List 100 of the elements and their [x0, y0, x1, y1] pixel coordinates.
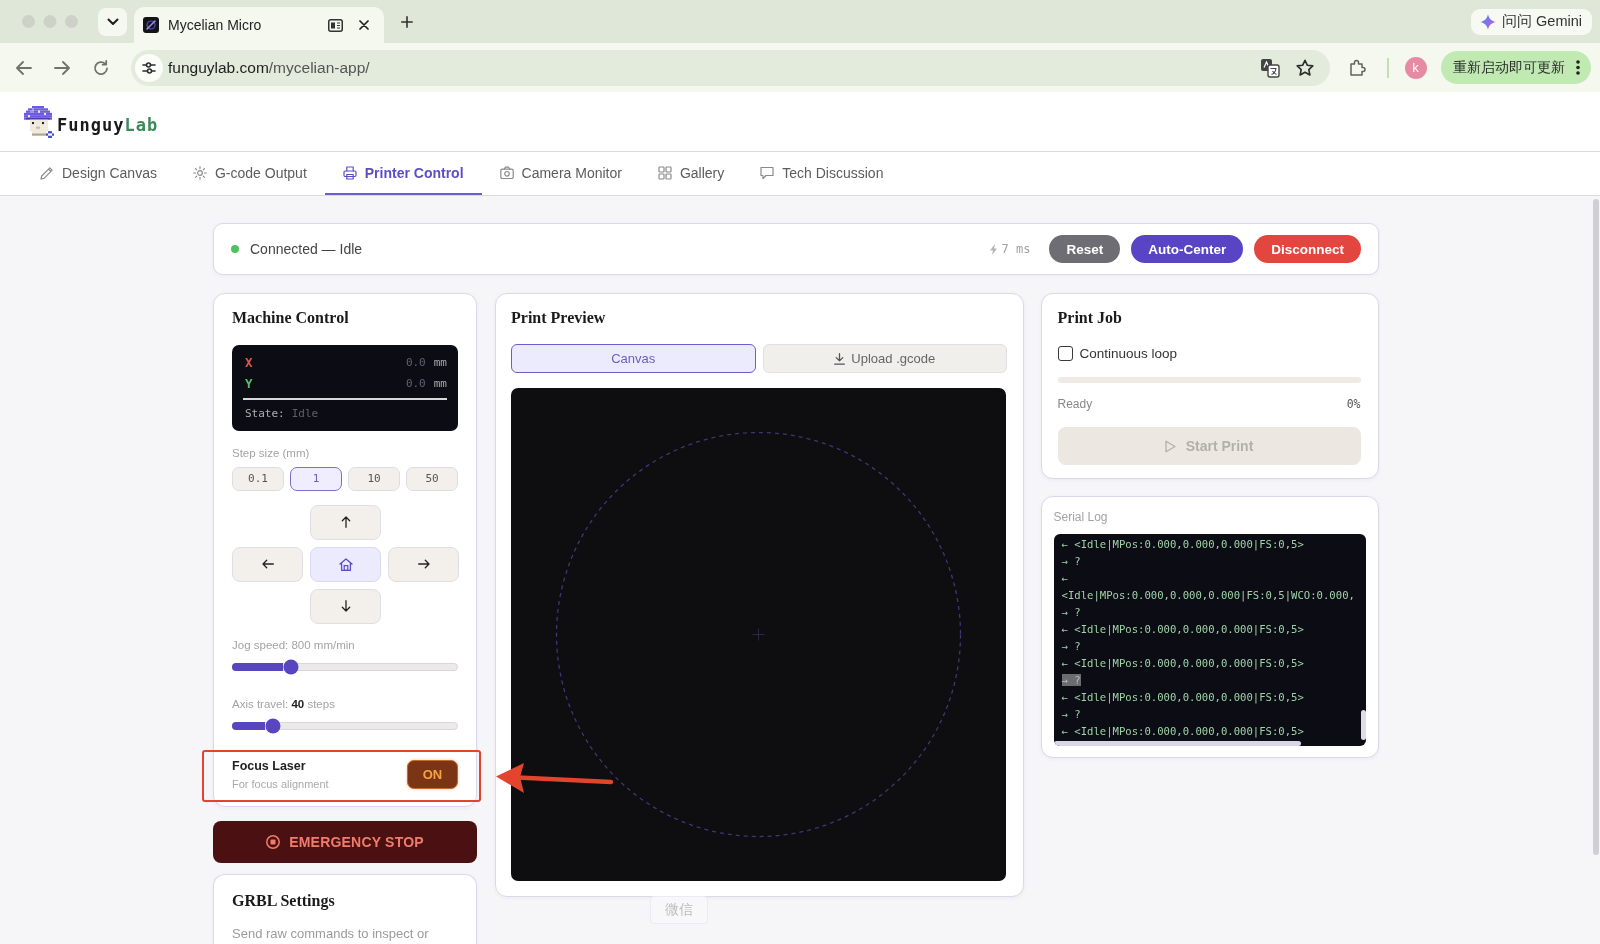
- job-status: Ready: [1057, 397, 1093, 411]
- scrollbar-thumb[interactable]: [1360, 709, 1366, 740]
- panel-title: Machine Control: [232, 308, 350, 328]
- star-icon[interactable]: [1296, 58, 1314, 77]
- setting-subtitle: For focus alignment: [232, 776, 329, 792]
- reload-icon[interactable]: [93, 59, 109, 76]
- log-line: → ?: [1061, 554, 1081, 567]
- log-line: ← <Idle|MPos:0.000,0.000,0.000|FS:0,5>: [1061, 656, 1304, 669]
- auto-center-button[interactable]: Auto-Center: [1131, 235, 1244, 263]
- panel-title: GRBL Settings: [232, 890, 336, 911]
- scrollbar-thumb[interactable]: [1053, 740, 1301, 746]
- close-icon[interactable]: [359, 20, 369, 30]
- log-line: ←: [1061, 571, 1068, 584]
- source-tab[interactable]: Canvas: [511, 344, 756, 373]
- slider-thumb[interactable]: [265, 718, 281, 733]
- bolt-icon: [989, 243, 997, 255]
- checkbox-label[interactable]: Continuous loop: [1079, 345, 1178, 361]
- printer-icon: [342, 165, 357, 180]
- nav-tab[interactable]: Gallery: [639, 152, 743, 195]
- sliders-icon[interactable]: [135, 53, 163, 82]
- arrow-down-icon: [340, 600, 351, 612]
- gemini-button[interactable]: 问问 Gemini: [1471, 8, 1592, 35]
- grid-icon: [657, 165, 672, 180]
- sun-icon: [192, 165, 207, 180]
- app-icon: [143, 17, 159, 33]
- status-text: Connected — Idle: [250, 241, 363, 257]
- log-line: ← <Idle|MPos:0.000,0.000,0.000|FS:0,5>: [1061, 537, 1304, 550]
- axis-value: 0.0: [405, 356, 426, 369]
- tab-layout-icon[interactable]: [328, 18, 343, 32]
- address-bar[interactable]: funguylab.com/mycelian-app/: [131, 49, 1330, 86]
- emergency-stop-button[interactable]: EMERGENCY STOP: [213, 820, 477, 863]
- slider-thumb[interactable]: [283, 659, 299, 674]
- laser-toggle[interactable]: ON: [407, 760, 458, 789]
- nav-tab[interactable]: G-code Output: [174, 152, 325, 195]
- log-line: → ?: [1061, 605, 1081, 618]
- chevron-down-icon: [106, 17, 119, 26]
- setting-title: Focus Laser: [232, 757, 307, 774]
- nav-tab[interactable]: Camera Monitor: [481, 152, 640, 195]
- step-size-button[interactable]: 1: [290, 466, 342, 491]
- state-value: Idle: [291, 407, 319, 420]
- tooltip: 微信: [650, 896, 708, 924]
- url-text: funguylab.com/mycelian-app/: [168, 58, 370, 77]
- translate-icon[interactable]: [1260, 57, 1280, 78]
- play-icon: [1164, 439, 1176, 453]
- slider-label: Jog speed: 800 mm/min: [232, 637, 356, 652]
- arrow-up-icon: [340, 516, 351, 528]
- puzzle-icon[interactable]: [1349, 58, 1367, 77]
- camera-icon: [499, 165, 514, 180]
- chat-icon: [760, 165, 775, 180]
- stop-circle-icon: [266, 834, 281, 849]
- tab-list-button[interactable]: [98, 7, 127, 36]
- nav-tab[interactable]: Printer Control: [324, 152, 482, 195]
- disconnect-button[interactable]: Disconnect: [1254, 235, 1361, 263]
- reset-button[interactable]: Reset: [1049, 235, 1121, 263]
- logo-text: FunguyLab: [57, 114, 159, 135]
- plus-icon[interactable]: [401, 15, 413, 28]
- log-line: <Idle|MPos:0.000,0.000,0.000|FS:0,5|WCO:0.000,: [1061, 588, 1355, 601]
- state-label: State:: [245, 407, 285, 420]
- more-icon: [1575, 60, 1580, 75]
- back-icon[interactable]: [16, 60, 32, 75]
- browser-tab[interactable]: Mycelian Micro: [134, 7, 384, 43]
- sparkle-icon: [1480, 13, 1497, 30]
- nav-tab[interactable]: Design Canvas: [22, 152, 175, 195]
- slider-track[interactable]: [232, 662, 458, 671]
- panel-title: Print Job: [1057, 308, 1123, 328]
- slider-label: Axis travel: 40 steps: [232, 696, 336, 711]
- unit-label: mm: [433, 377, 447, 390]
- panel-description: Send raw commands to inspect or: [232, 925, 430, 942]
- latency-text: 7 ms: [1001, 242, 1031, 256]
- tab-title: Mycelian Micro: [168, 17, 262, 33]
- step-size-button[interactable]: 0.1: [232, 466, 284, 491]
- axis-label: X: [245, 355, 253, 370]
- update-button[interactable]: 重新启动即可更新: [1440, 51, 1591, 84]
- unit-label: mm: [433, 356, 447, 369]
- log-line: → ?: [1061, 639, 1081, 652]
- log-line: ← <Idle|MPos:0.000,0.000,0.000|FS:0,5>: [1061, 622, 1304, 635]
- log-line: → ?: [1061, 707, 1081, 720]
- forward-icon[interactable]: [54, 60, 70, 75]
- axis-label: Y: [245, 376, 253, 391]
- download-icon: [834, 352, 846, 365]
- panel-title: Print Preview: [511, 308, 607, 328]
- arrow-right-icon: [417, 559, 430, 569]
- mushroom-icon: [24, 105, 54, 138]
- step-size-button[interactable]: 10: [348, 466, 400, 491]
- progress-percent: 0%: [1346, 397, 1361, 411]
- axis-value: 0.0: [405, 377, 426, 390]
- pencil-icon: [40, 165, 54, 180]
- slider-track[interactable]: [232, 721, 458, 730]
- scrollbar-thumb[interactable]: [1593, 199, 1599, 855]
- source-tab[interactable]: Upload .gcode: [762, 344, 1007, 373]
- log-line: ← <Idle|MPos:0.000,0.000,0.000|FS:0,5>: [1061, 724, 1304, 737]
- step-size-button[interactable]: 50: [406, 466, 458, 491]
- nav-tab[interactable]: Tech Discussion: [742, 152, 902, 195]
- field-label: Step size (mm): [232, 445, 311, 460]
- arrow-left-icon: [261, 559, 274, 569]
- home-button[interactable]: [310, 546, 381, 582]
- panel-label: Serial Log: [1053, 510, 1109, 524]
- home-icon: [338, 557, 353, 571]
- log-line: ← <Idle|MPos:0.000,0.000,0.000|FS:0,5>: [1061, 690, 1304, 703]
- checkbox[interactable]: [1057, 345, 1073, 361]
